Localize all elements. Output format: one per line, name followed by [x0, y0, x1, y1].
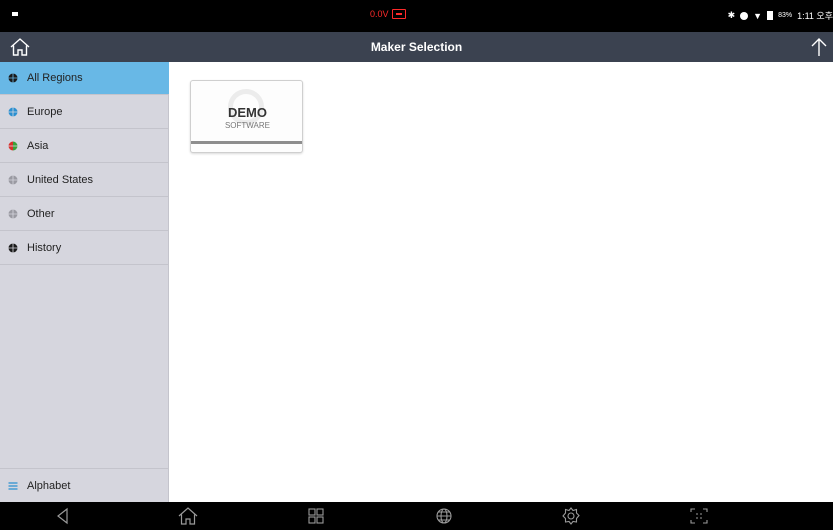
maker-title: DEMO: [228, 105, 267, 120]
sidebar-item-label: United States: [27, 174, 94, 186]
vehicle-battery-icon: [391, 9, 406, 19]
clock: 1:11 오후: [797, 11, 833, 21]
globe-europe-icon: [8, 107, 18, 117]
alphabet-sort-button[interactable]: Alphabet: [0, 468, 169, 502]
maker-grid: DEMO SOFTWARE: [170, 62, 833, 502]
sidebar-item-asia[interactable]: Asia: [0, 130, 169, 163]
back-icon[interactable]: [52, 506, 74, 526]
sidebar-item-other[interactable]: Other: [0, 198, 169, 231]
sidebar-item-united-states[interactable]: United States: [0, 164, 169, 197]
upload-icon[interactable]: [807, 36, 831, 58]
bluetooth-icon: ✱: [727, 10, 736, 20]
globe-icon[interactable]: [433, 506, 455, 526]
sidebar-item-europe[interactable]: Europe: [0, 96, 169, 129]
globe-other-icon: [8, 209, 18, 219]
sidebar-item-all-regions[interactable]: All Regions: [0, 62, 169, 95]
globe-us-icon: [8, 175, 18, 185]
sidebar-item-history[interactable]: History: [0, 232, 169, 265]
notification-icon: [12, 12, 18, 16]
do-not-disturb-icon: [740, 11, 749, 20]
battery-icon: [767, 11, 774, 20]
globe-history-icon: [8, 243, 18, 253]
globe-icon: [8, 73, 18, 83]
voltage-value: 0.0V: [370, 9, 389, 19]
card-divider: [191, 141, 302, 144]
sidebar-item-label: Other: [27, 208, 55, 220]
sidebar-item-label: Europe: [27, 106, 63, 118]
sidebar-item-label: All Regions: [27, 72, 83, 84]
voltage-indicator: 0.0V: [370, 9, 406, 19]
maker-card-demo[interactable]: DEMO SOFTWARE: [190, 80, 303, 153]
home-icon[interactable]: [177, 506, 199, 526]
battery-percent: 83%: [778, 12, 793, 19]
navigation-bar: [0, 502, 833, 530]
maker-subtitle: SOFTWARE: [224, 121, 271, 130]
screenshot-icon[interactable]: [688, 506, 710, 526]
system-status: ✱ ▼ 83% 1:11 오후: [728, 9, 833, 22]
globe-asia-icon: [8, 141, 18, 151]
menu-lines-icon: [8, 481, 18, 490]
apps-icon[interactable]: [305, 506, 327, 526]
status-bar: 0.0V ✱ ▼ 83% 1:11 오후: [0, 0, 833, 32]
sidebar-item-label: History: [27, 242, 62, 254]
title-bar: Maker Selection: [0, 32, 833, 62]
settings-icon[interactable]: [560, 506, 582, 526]
home-icon[interactable]: [8, 37, 32, 57]
wifi-icon: ▼: [753, 10, 763, 21]
alphabet-label: Alphabet: [27, 479, 71, 492]
page-title: Maker Selection: [370, 40, 463, 54]
sidebar-item-label: Asia: [27, 140, 49, 152]
region-sidebar: All Regions Europe Asia United States Ot…: [0, 62, 169, 502]
